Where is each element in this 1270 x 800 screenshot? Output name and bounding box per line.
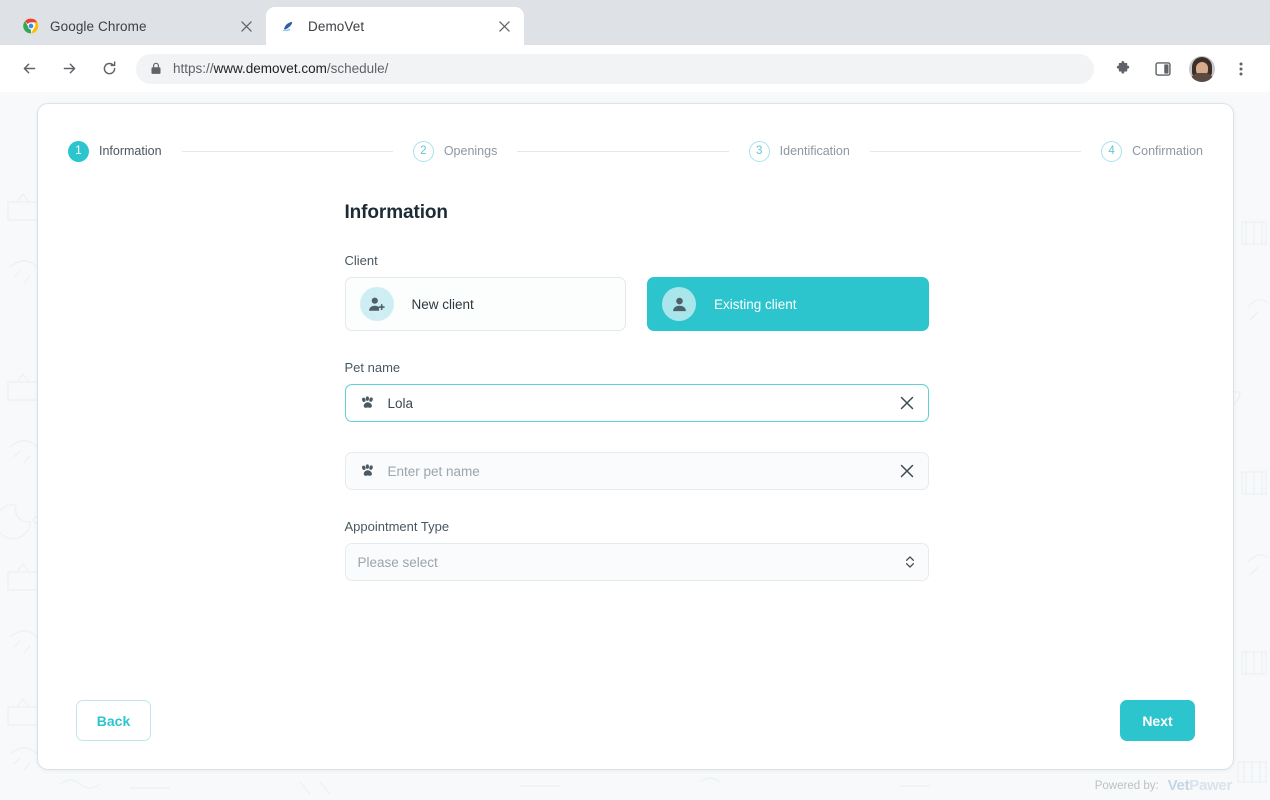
wizard-footer: Back Next [38,700,1233,769]
appointment-type-label: Appointment Type [344,519,450,534]
step-identification[interactable]: 3 Identification [748,140,850,162]
close-icon[interactable] [494,16,514,36]
next-button[interactable]: Next [1120,700,1195,741]
tab-title: Google Chrome [50,18,147,34]
field-spacer [345,422,929,452]
url-host: www.demovet.com [213,61,327,76]
step-information[interactable]: 1 Information [68,140,162,162]
url-path: /schedule/ [326,61,389,76]
clear-icon[interactable] [898,396,916,410]
step-label: Openings [443,144,498,158]
url-text: https://www.demovet.com/schedule/ [173,61,388,76]
existing-client-label: Existing client [714,296,797,312]
page-title: Information [344,202,449,223]
pet-name-label: Pet name [344,360,401,375]
step-number: 4 [1101,140,1123,162]
pet-name-placeholder: Enter pet name [387,463,480,479]
pet-name-value: Lola [387,395,414,411]
profile-avatar[interactable] [1189,55,1215,82]
step-number: 2 [412,140,434,162]
powered-by-label: Powered by: [1094,779,1159,792]
step-label: Information [99,144,162,158]
form-body: Information Client New client Existing c… [38,174,1233,700]
clear-icon[interactable] [898,464,916,478]
tab-title: DemoVet [308,18,365,34]
lock-icon [150,62,162,75]
person-add-icon [359,287,394,321]
step-connector [181,150,393,152]
vetpawer-logo: VetPawer [1167,777,1233,794]
client-type-group: New client Existing client [344,277,929,331]
schedule-card: 1 Information 2 Openings 3 Identificatio… [38,104,1233,769]
browser-tab-demovet[interactable]: DemoVet [266,7,524,45]
close-icon[interactable] [236,16,256,36]
logo-part-pawer: Pawer [1189,777,1232,794]
paw-icon [360,395,376,411]
client-label: Client [344,253,378,268]
reload-icon[interactable] [94,54,124,84]
step-number: 3 [748,140,770,162]
page-viewport: 1 Information 2 Openings 3 Identificatio… [0,92,1270,800]
browser-toolbar: https://www.demovet.com/schedule/ [0,45,1270,92]
address-bar[interactable]: https://www.demovet.com/schedule/ [136,53,1094,84]
person-icon [662,287,696,321]
chevron-updown-icon [904,555,916,569]
extensions-puzzle-icon[interactable] [1109,55,1137,83]
browser-window: Google Chrome DemoVet https://www.demove… [0,0,1270,800]
pet-name-input-secondary[interactable]: Enter pet name [344,452,929,490]
step-openings[interactable]: 2 Openings [412,140,498,162]
form-inner: Information Client New client Existing c… [343,202,929,581]
url-scheme: https:// [173,61,214,76]
browser-tab-google-chrome[interactable]: Google Chrome [8,7,266,45]
step-number: 1 [68,140,89,162]
logo-part-vet: Vet [1167,777,1190,794]
powered-by-branding: Powered by: VetPawer [1094,777,1233,794]
existing-client-option[interactable]: Existing client [647,277,929,331]
appointment-type-select[interactable]: Please select [344,543,929,581]
step-connector [517,150,729,152]
step-label: Identification [779,144,850,158]
paw-icon [360,463,376,479]
tab-strip: Google Chrome DemoVet [0,0,1270,45]
new-client-option[interactable]: New client [344,277,626,331]
back-arrow-icon[interactable] [14,54,44,84]
pet-name-input-primary[interactable]: Lola [344,384,929,422]
three-dot-menu-icon[interactable] [1227,55,1255,83]
wizard-stepper: 1 Information 2 Openings 3 Identificatio… [38,104,1233,174]
chrome-logo-icon [22,18,39,35]
step-confirmation[interactable]: 4 Confirmation [1101,140,1203,162]
step-label: Confirmation [1132,144,1203,158]
side-panel-icon[interactable] [1149,55,1177,83]
avatar-body [1190,72,1214,82]
demovet-favicon [280,18,297,35]
forward-arrow-icon[interactable] [54,54,84,84]
appointment-type-value: Please select [357,554,438,570]
step-connector [869,150,1082,152]
back-button[interactable]: Back [76,700,151,741]
new-client-label: New client [411,296,474,312]
